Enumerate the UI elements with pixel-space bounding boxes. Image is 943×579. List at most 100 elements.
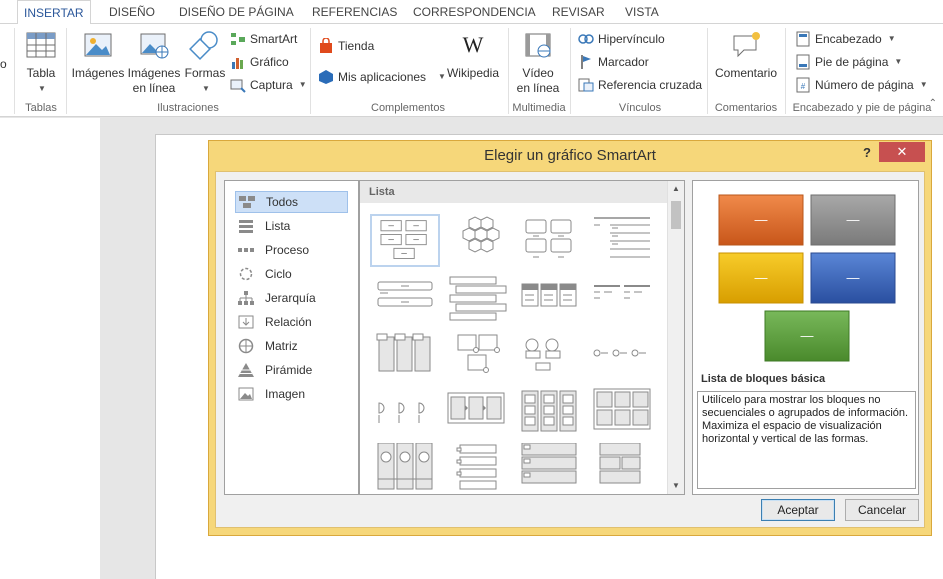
pyramid-icon — [238, 363, 254, 377]
matrix-icon — [238, 338, 254, 354]
smartart-button[interactable]: SmartArt — [230, 29, 297, 49]
layout-thumbnail-dot-list[interactable] — [588, 331, 658, 384]
imagenes-button[interactable]: Imágenes — [71, 30, 125, 81]
tabla-button[interactable]: Tabla ▼ — [22, 30, 60, 96]
layout-thumbnail-half-circle-list[interactable] — [370, 387, 440, 440]
ribbon-tab-bar: INSERTAR DISEÑO DISEÑO DE PÁGINA REFEREN… — [0, 0, 943, 25]
hipervinculo-button[interactable]: Hipervínculo — [578, 29, 665, 49]
tab-diseno-pagina[interactable]: DISEÑO DE PÁGINA — [173, 0, 300, 24]
mis-aplicaciones-button[interactable]: Mis aplicaciones ▼ — [318, 67, 446, 87]
layout-thumbnail-picture-caption-list[interactable] — [442, 331, 512, 384]
hierarchy-icon — [238, 291, 254, 305]
preview-diagram: — — — — — — [718, 194, 896, 362]
gallery-scrollbar[interactable]: ▲ ▼ — [667, 181, 684, 494]
numero-de-pagina-button[interactable]: # Número de página ▼ — [795, 75, 928, 95]
layout-thumbnail-horizontal-bullet-list[interactable] — [514, 274, 584, 327]
dialog-title: Elegir un gráfico SmartArt — [484, 147, 656, 164]
layout-thumbnail-bullet-picture-list[interactable] — [442, 443, 512, 495]
group-label-vinculos: Vínculos — [618, 102, 662, 114]
category-label: Ciclo — [265, 267, 292, 281]
close-button[interactable]: ✕ — [879, 142, 925, 162]
layout-thumbnail-stacked-list[interactable] — [370, 274, 440, 327]
formas-label: Formas — [184, 66, 226, 80]
preview-block-text: — — [801, 328, 814, 343]
group-label-complementos: Complementos — [371, 102, 445, 114]
wikipedia-button[interactable]: W Wikipedia — [442, 30, 504, 81]
category-piramide[interactable]: Pirámide — [235, 359, 348, 381]
footer-icon — [796, 54, 810, 70]
layout-thumbnail-table-list[interactable] — [588, 274, 658, 327]
relationship-icon — [238, 315, 254, 329]
chevron-down-icon: ▼ — [38, 84, 46, 93]
scroll-down-icon[interactable]: ▼ — [668, 478, 684, 494]
preview-title: Lista de bloques básica — [701, 373, 826, 385]
category-label: Relación — [265, 315, 312, 329]
tienda-button[interactable]: Tienda — [318, 36, 374, 56]
category-lista[interactable]: Lista — [235, 215, 348, 237]
category-label: Lista — [265, 219, 291, 233]
tab-vista[interactable]: VISTA — [619, 0, 665, 24]
formas-button[interactable]: Formas ▼ — [183, 30, 227, 96]
help-icon[interactable]: ? — [863, 145, 871, 160]
scroll-up-icon[interactable]: ▲ — [668, 181, 684, 197]
category-relacion[interactable]: Relación — [235, 311, 348, 333]
preview-description: Utilícelo para mostrar los bloques no se… — [697, 391, 916, 489]
category-ciclo[interactable]: Ciclo — [235, 263, 348, 285]
layout-thumbnail-vertical-box-list[interactable] — [370, 331, 440, 384]
collapse-ribbon-icon[interactable]: ⌃ — [929, 98, 937, 109]
category-imagen[interactable]: Imagen — [235, 383, 348, 405]
tab-referencias[interactable]: REFERENCIAS — [306, 0, 403, 24]
encabezado-button[interactable]: Encabezado ▼ — [795, 29, 896, 49]
accept-button[interactable]: Aceptar — [761, 499, 835, 521]
separator — [14, 28, 15, 114]
pie-de-pagina-label: Pie de página — [815, 55, 889, 69]
table-icon — [26, 32, 56, 58]
layout-thumbnail-grouped-block-list[interactable] — [588, 387, 658, 440]
layout-thumbnail-hexagon-list[interactable] — [442, 214, 512, 267]
layout-thumbnail-vertical-block-list[interactable] — [514, 443, 584, 495]
category-proceso[interactable]: Proceso — [235, 239, 348, 261]
tab-revisar[interactable]: REVISAR — [546, 0, 611, 24]
cancel-button[interactable]: Cancelar — [845, 499, 919, 521]
layout-thumbnail-bending-picture-list[interactable] — [514, 331, 584, 384]
separator — [785, 28, 786, 114]
video-en-linea-button[interactable]: Vídeo en línea — [512, 30, 564, 96]
category-matriz[interactable]: Matriz — [235, 335, 348, 357]
layout-thumbnail-basic-block-list[interactable] — [370, 214, 440, 267]
comentario-label: Comentario — [714, 66, 778, 80]
tienda-label: Tienda — [338, 39, 375, 53]
screenshot-icon — [230, 79, 246, 93]
imagenes-en-linea-button[interactable]: Imágenes en línea — [126, 30, 182, 96]
page-number-icon: # — [796, 77, 810, 93]
captura-label: Captura — [250, 78, 293, 92]
layout-thumbnail-lined-list[interactable] — [588, 214, 658, 267]
smartart-label: SmartArt — [250, 32, 298, 46]
layout-thumbnail-circle-column-list[interactable] — [370, 443, 440, 495]
marcador-button[interactable]: Marcador — [578, 52, 649, 72]
video-icon — [525, 33, 551, 58]
scrollbar-thumb[interactable] — [671, 201, 681, 229]
wikipedia-icon: W — [463, 32, 484, 57]
layout-thumbnail-vertical-column-list[interactable] — [514, 387, 584, 440]
grafico-label: Gráfico — [250, 55, 289, 69]
chevron-down-icon: ▼ — [919, 80, 928, 89]
grafico-button[interactable]: Gráfico — [230, 52, 289, 72]
category-todos[interactable]: Todos — [235, 191, 348, 213]
layout-thumbnail-trapezoid-list[interactable] — [588, 443, 658, 495]
layout-thumbnail-vertical-bullet-list[interactable] — [442, 274, 512, 327]
comentario-button[interactable]: Comentario — [711, 30, 781, 81]
tab-diseno[interactable]: DISEÑO — [103, 0, 161, 24]
pie-de-pagina-button[interactable]: Pie de página ▼ — [795, 52, 902, 72]
category-list: Todos Lista Proceso Ciclo Jerarquía Rela… — [224, 180, 359, 495]
category-label: Imagen — [265, 387, 306, 401]
layout-thumbnail-grouped-list[interactable] — [514, 214, 584, 267]
captura-button[interactable]: Captura ▼ — [230, 75, 307, 95]
apps-icon — [319, 70, 333, 84]
comment-icon — [733, 32, 760, 58]
referencia-cruzada-button[interactable]: Referencia cruzada — [578, 75, 702, 95]
preview-block-text: — — [755, 270, 768, 285]
layout-thumbnail-arrow-process-list[interactable] — [442, 387, 512, 440]
category-jerarquia[interactable]: Jerarquía — [235, 287, 348, 309]
tab-correspondencia[interactable]: CORRESPONDENCIA — [407, 0, 542, 24]
tab-insertar[interactable]: INSERTAR — [17, 0, 91, 25]
